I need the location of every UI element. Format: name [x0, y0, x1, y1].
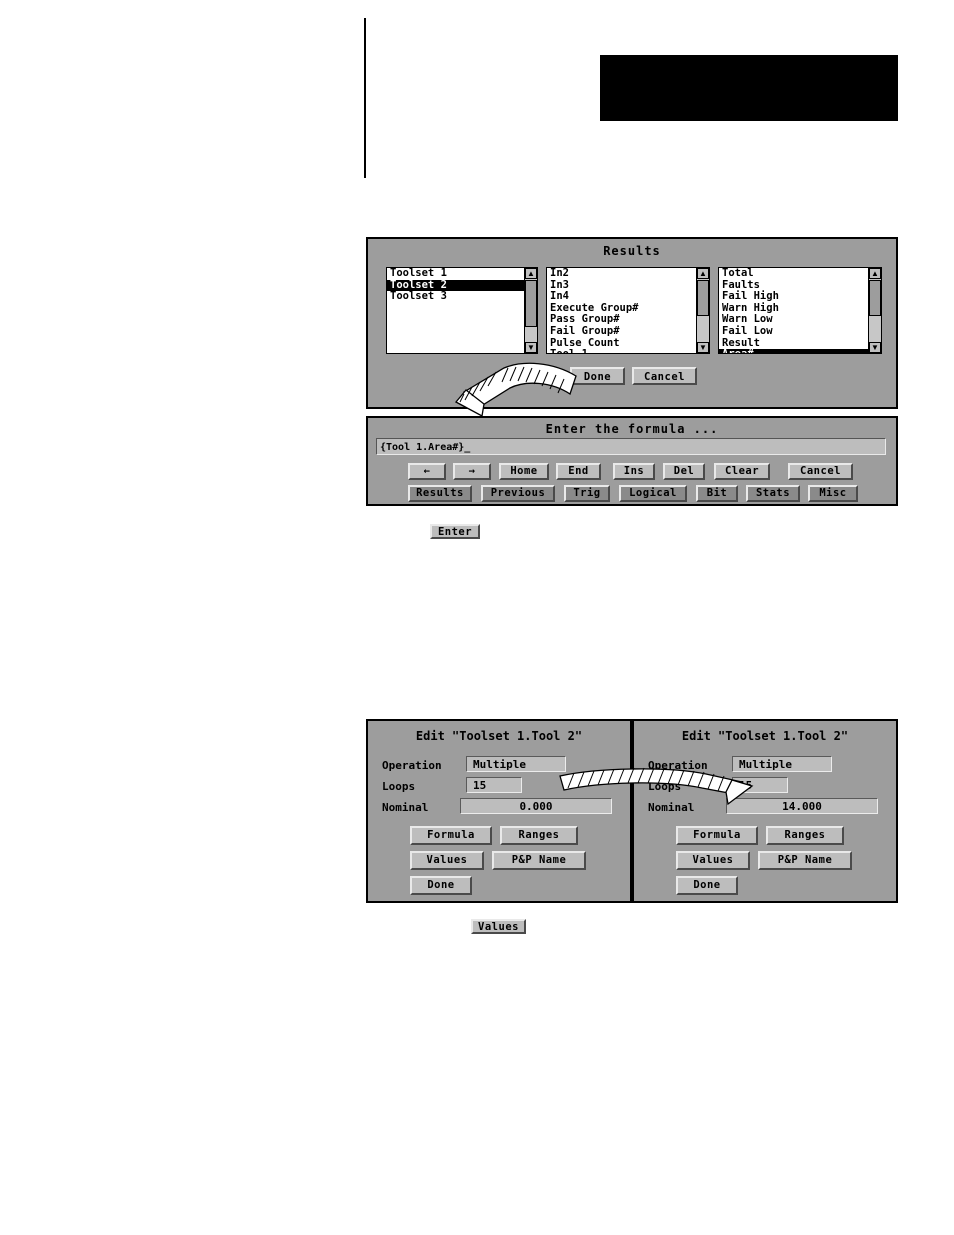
toolset-listbox[interactable]: Toolset 1 Toolset 2 Toolset 3 ▲ ▼	[386, 267, 538, 354]
list-item[interactable]: Toolset 1	[387, 268, 537, 280]
ins-button[interactable]: Ins	[613, 463, 655, 480]
result-fields-scrollbar[interactable]: ▲ ▼	[868, 268, 881, 353]
del-button[interactable]: Del	[663, 463, 705, 480]
clear-button[interactable]: Clear	[714, 463, 770, 480]
home-button[interactable]: Home	[499, 463, 549, 480]
results-dialog-title: Results	[603, 244, 661, 258]
operation-label: Operation	[382, 759, 442, 772]
result-fields-listbox[interactable]: Total Faults Fail High Warn High Warn Lo…	[718, 267, 882, 354]
header-black-block	[600, 55, 898, 121]
stats-button[interactable]: Stats	[746, 485, 800, 502]
trig-button[interactable]: Trig	[564, 485, 610, 502]
right-arrow-button[interactable]: →	[453, 463, 491, 480]
previous-button[interactable]: Previous	[481, 485, 555, 502]
list-item[interactable]: Area#	[719, 349, 881, 353]
enter-button[interactable]: Enter	[430, 524, 480, 539]
pp-name-button[interactable]: P&P Name	[758, 851, 852, 870]
formula-dialog-title: Enter the formula ...	[545, 422, 719, 436]
operation-value[interactable]: Multiple	[466, 756, 566, 772]
cancel-button[interactable]: Cancel	[788, 463, 853, 480]
scroll-down-icon[interactable]: ▼	[525, 342, 537, 353]
list-item[interactable]: Tool 1	[547, 349, 709, 353]
formula-input[interactable]: {Tool 1.Area#}_	[376, 438, 886, 455]
tool-items-scrollbar[interactable]: ▲ ▼	[696, 268, 709, 353]
end-button[interactable]: End	[556, 463, 601, 480]
values-button[interactable]: Values	[410, 851, 484, 870]
loops-value[interactable]: 15	[466, 777, 522, 793]
callout-arrow-results-done	[454, 362, 577, 418]
list-item[interactable]: Fail Group#	[547, 325, 709, 338]
list-item[interactable]: In3	[547, 279, 709, 292]
scroll-down-icon[interactable]: ▼	[869, 342, 881, 353]
values-button[interactable]: Values	[676, 851, 750, 870]
misc-button[interactable]: Misc	[808, 485, 858, 502]
list-item[interactable]: Toolset 3	[387, 291, 537, 303]
page-margin-rule	[364, 18, 366, 178]
scroll-thumb[interactable]	[697, 280, 709, 316]
formula-input-value: {Tool 1.Area#}_	[380, 442, 471, 453]
scroll-down-icon[interactable]: ▼	[697, 342, 709, 353]
done-button[interactable]: Done	[410, 876, 472, 895]
results-button[interactable]: Results	[408, 485, 472, 502]
toolset-list-scrollbar[interactable]: ▲ ▼	[524, 268, 537, 353]
pp-name-button[interactable]: P&P Name	[492, 851, 586, 870]
scroll-up-icon[interactable]: ▲	[525, 268, 537, 279]
formula-button[interactable]: Formula	[410, 826, 492, 845]
list-item[interactable]: Total	[719, 268, 881, 280]
logical-button[interactable]: Logical	[619, 485, 687, 502]
cancel-button[interactable]: Cancel	[632, 367, 697, 385]
edit-dialog-title: Edit "Toolset 1.Tool 2"	[681, 729, 849, 743]
scroll-up-icon[interactable]: ▲	[697, 268, 709, 279]
scroll-thumb[interactable]	[525, 280, 537, 327]
list-item[interactable]: In2	[547, 268, 709, 280]
list-item[interactable]: Fail Low	[719, 325, 881, 338]
formula-dialog: Enter the formula ... {Tool 1.Area#}_ ← …	[366, 416, 898, 506]
tool-items-listbox[interactable]: In2 In3 In4 Execute Group# Pass Group# F…	[546, 267, 710, 354]
callout-arrow-edit-formula	[559, 767, 754, 806]
scroll-thumb[interactable]	[869, 280, 881, 316]
done-button[interactable]: Done	[676, 876, 738, 895]
ranges-button[interactable]: Ranges	[766, 826, 844, 845]
ranges-button[interactable]: Ranges	[500, 826, 578, 845]
results-dialog: Results Toolset 1 Toolset 2 Toolset 3 ▲ …	[366, 237, 898, 409]
bit-button[interactable]: Bit	[696, 485, 738, 502]
loops-label: Loops	[382, 780, 416, 793]
nominal-label: Nominal	[382, 801, 429, 814]
values-button-standalone[interactable]: Values	[471, 919, 526, 934]
scroll-up-icon[interactable]: ▲	[869, 268, 881, 279]
formula-button[interactable]: Formula	[676, 826, 758, 845]
left-arrow-button[interactable]: ←	[408, 463, 446, 480]
edit-dialog-title: Edit "Toolset 1.Tool 2"	[415, 729, 583, 743]
